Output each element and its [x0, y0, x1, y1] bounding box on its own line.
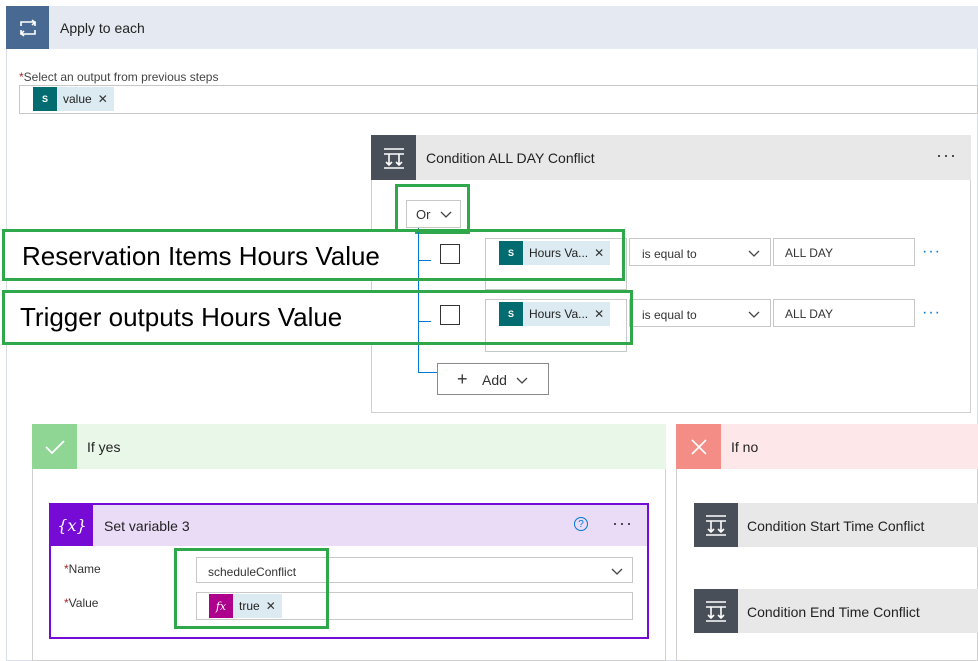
more-options-icon[interactable]: ···: [936, 145, 957, 166]
condition-header[interactable]: Condition ALL DAY Conflict ···: [371, 135, 971, 180]
variable-icon: {𝑥}: [51, 505, 93, 546]
if-no-header[interactable]: If no: [676, 424, 978, 469]
row1-value-text: ALL DAY: [785, 246, 834, 260]
help-icon[interactable]: ?: [574, 517, 588, 531]
chevron-down-icon: [748, 250, 760, 257]
value-token[interactable]: S value ✕: [33, 87, 114, 111]
value-label: *Value: [64, 596, 99, 610]
condition-start-card[interactable]: Condition Start Time Conflict: [694, 503, 978, 547]
row1-value-field[interactable]: ALL DAY: [773, 238, 915, 266]
condition-icon: [371, 135, 416, 180]
condition-icon: [694, 503, 738, 547]
chevron-down-icon: [611, 568, 623, 575]
add-button[interactable]: + Add: [437, 363, 549, 395]
row2-value-field[interactable]: ALL DAY: [773, 299, 915, 327]
set-variable-title: Set variable 3: [104, 518, 190, 534]
add-label: Add: [482, 372, 507, 388]
if-yes-title: If yes: [87, 439, 121, 455]
select-output-label: *Select an output from previous steps: [19, 70, 219, 84]
sharepoint-icon: S: [33, 87, 57, 111]
row2-value-text: ALL DAY: [785, 307, 834, 321]
condition-title: Condition ALL DAY Conflict: [426, 150, 595, 166]
if-no-title: If no: [731, 439, 759, 455]
if-yes-header[interactable]: If yes: [32, 424, 666, 469]
annotation-row1-text: Reservation Items Hours Value: [22, 241, 380, 271]
select-output-field[interactable]: S value ✕: [19, 85, 978, 114]
plus-icon: +: [457, 369, 468, 389]
name-label: *Name: [64, 562, 101, 576]
apply-to-each-header[interactable]: Apply to each: [6, 6, 978, 49]
remove-token-icon[interactable]: ✕: [98, 92, 114, 106]
annotation-row2-text: Trigger outputs Hours Value: [20, 302, 343, 332]
chevron-down-icon: [516, 377, 528, 384]
loop-icon: [6, 6, 49, 49]
or-highlight-box: [395, 184, 470, 234]
row1-more-icon[interactable]: ···: [922, 243, 941, 261]
tree-line-add: [418, 372, 437, 373]
condition-icon: [694, 589, 738, 633]
row2-operator-dropdown[interactable]: is equal to: [629, 299, 771, 327]
close-icon: [676, 424, 721, 469]
check-icon: [32, 424, 77, 469]
apply-to-each-title: Apply to each: [60, 20, 145, 36]
variable-highlight-box: [174, 548, 329, 629]
more-options-icon[interactable]: ···: [612, 513, 633, 534]
condition-start-title: Condition Start Time Conflict: [747, 518, 925, 534]
row2-more-icon[interactable]: ···: [922, 304, 941, 322]
row2-operator-value: is equal to: [642, 308, 697, 322]
set-variable-header[interactable]: {𝑥} Set variable 3 ? ···: [51, 505, 647, 546]
row1-operator-value: is equal to: [642, 247, 697, 261]
condition-end-title: Condition End Time Conflict: [747, 604, 920, 620]
chevron-down-icon: [748, 311, 760, 318]
condition-end-card[interactable]: Condition End Time Conflict: [694, 589, 978, 633]
row1-operator-dropdown[interactable]: is equal to: [629, 238, 771, 266]
